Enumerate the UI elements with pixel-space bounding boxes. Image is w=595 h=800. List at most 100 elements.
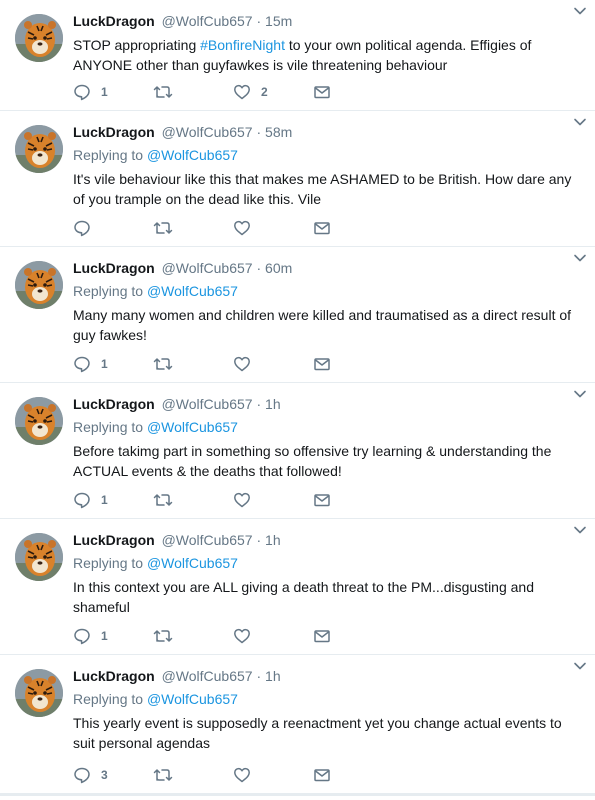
- direct-message-button[interactable]: [313, 83, 393, 101]
- tweet-header: LuckDragon @WolfCub657 · 58m: [73, 123, 585, 142]
- tweet-actions: 1 2: [73, 82, 393, 102]
- tweet-timestamp[interactable]: 1h: [265, 668, 281, 684]
- tweet-text: STOP appropriating #BonfireNight to your…: [73, 35, 573, 75]
- replying-to-handle[interactable]: @WolfCub657: [147, 555, 238, 571]
- chevron-down-icon[interactable]: [573, 387, 587, 401]
- tweet-timestamp[interactable]: 60m: [265, 260, 292, 276]
- display-name[interactable]: LuckDragon: [73, 668, 155, 684]
- retweet-button[interactable]: [153, 219, 233, 237]
- retweet-icon: [153, 219, 173, 237]
- tweet-text: This yearly event is supposedly a reenac…: [73, 715, 562, 751]
- tweet-header: LuckDragon @WolfCub657 · 1h: [73, 667, 585, 686]
- heart-icon: [233, 355, 251, 373]
- display-name[interactable]: LuckDragon: [73, 13, 155, 29]
- avatar[interactable]: [15, 533, 63, 581]
- chevron-down-icon[interactable]: [573, 251, 587, 265]
- like-button[interactable]: [233, 491, 313, 509]
- display-name[interactable]: LuckDragon: [73, 532, 155, 548]
- reply-button[interactable]: 1: [73, 355, 153, 373]
- like-button[interactable]: [233, 766, 313, 784]
- tweet-actions: [73, 218, 393, 238]
- like-button[interactable]: [233, 219, 313, 237]
- tweet[interactable]: LuckDragon @WolfCub657 · 1h Replying to …: [0, 383, 595, 519]
- replying-to-handle[interactable]: @WolfCub657: [147, 691, 238, 707]
- hashtag-link[interactable]: #BonfireNight: [200, 37, 285, 53]
- avatar[interactable]: [15, 261, 63, 309]
- tweet-header: LuckDragon @WolfCub657 · 1h: [73, 531, 585, 550]
- tiger-avatar-image: [15, 397, 63, 445]
- tweet-timestamp[interactable]: 15m: [265, 13, 292, 29]
- retweet-icon: [153, 766, 173, 784]
- avatar[interactable]: [15, 397, 63, 445]
- reply-button[interactable]: 1: [73, 491, 153, 509]
- user-handle[interactable]: @WolfCub657: [162, 124, 253, 140]
- replying-to-label: Replying to: [73, 691, 144, 707]
- tweet[interactable]: LuckDragon @WolfCub657 · 1h Replying to …: [0, 519, 595, 655]
- like-button[interactable]: [233, 355, 313, 373]
- retweet-icon: [153, 83, 173, 101]
- retweet-button[interactable]: [153, 355, 233, 373]
- reply-icon: [73, 219, 91, 237]
- replying-to: Replying to @WolfCub657: [73, 146, 585, 165]
- replying-to: Replying to @WolfCub657: [73, 282, 585, 301]
- chevron-down-icon[interactable]: [573, 523, 587, 537]
- chevron-down-icon[interactable]: [573, 659, 587, 673]
- reply-button[interactable]: 1: [73, 627, 153, 645]
- tweet[interactable]: LuckDragon @WolfCub657 · 1h Replying to …: [0, 655, 595, 796]
- tweet[interactable]: LuckDragon @WolfCub657 · 58m Replying to…: [0, 111, 595, 247]
- envelope-icon: [313, 627, 331, 645]
- user-handle[interactable]: @WolfCub657: [162, 260, 253, 276]
- replying-to-label: Replying to: [73, 419, 144, 435]
- display-name[interactable]: LuckDragon: [73, 124, 155, 140]
- display-name[interactable]: LuckDragon: [73, 260, 155, 276]
- like-button[interactable]: [233, 627, 313, 645]
- reply-button[interactable]: 3: [73, 766, 153, 784]
- separator-dot: ·: [256, 668, 262, 684]
- tweet-text: Many many women and children were killed…: [73, 307, 572, 343]
- replying-to-handle[interactable]: @WolfCub657: [147, 283, 238, 299]
- avatar[interactable]: [15, 125, 63, 173]
- avatar[interactable]: [15, 14, 63, 62]
- tweet-content: LuckDragon @WolfCub657 · 1h Replying to …: [73, 395, 585, 481]
- reply-button[interactable]: 1: [73, 83, 153, 101]
- direct-message-button[interactable]: [313, 766, 393, 784]
- direct-message-button[interactable]: [313, 355, 393, 373]
- replying-to-handle[interactable]: @WolfCub657: [147, 419, 238, 435]
- tweet-timestamp[interactable]: 58m: [265, 124, 292, 140]
- tweet-content: LuckDragon @WolfCub657 · 58m Replying to…: [73, 123, 585, 209]
- tweet-content: LuckDragon @WolfCub657 · 1h Replying to …: [73, 667, 585, 753]
- user-handle[interactable]: @WolfCub657: [162, 13, 253, 29]
- replying-to-label: Replying to: [73, 555, 144, 571]
- reply-count: 1: [101, 357, 108, 371]
- user-handle[interactable]: @WolfCub657: [162, 396, 253, 412]
- replying-to-handle[interactable]: @WolfCub657: [147, 147, 238, 163]
- tweet[interactable]: LuckDragon @WolfCub657 · 15m STOP approp…: [0, 0, 595, 111]
- display-name[interactable]: LuckDragon: [73, 396, 155, 412]
- direct-message-button[interactable]: [313, 491, 393, 509]
- reply-button[interactable]: [73, 219, 153, 237]
- user-handle[interactable]: @WolfCub657: [162, 532, 253, 548]
- retweet-button[interactable]: [153, 491, 233, 509]
- separator-dot: ·: [256, 124, 262, 140]
- direct-message-button[interactable]: [313, 627, 393, 645]
- envelope-icon: [313, 355, 331, 373]
- chevron-down-icon[interactable]: [573, 115, 587, 129]
- tweet-header: LuckDragon @WolfCub657 · 60m: [73, 259, 585, 278]
- chevron-down-icon[interactable]: [573, 4, 587, 18]
- user-handle[interactable]: @WolfCub657: [162, 668, 253, 684]
- tweet-timestamp[interactable]: 1h: [265, 532, 281, 548]
- tweet[interactable]: LuckDragon @WolfCub657 · 60m Replying to…: [0, 247, 595, 383]
- tweet-text: It's vile behaviour like this that makes…: [73, 171, 572, 207]
- retweet-button[interactable]: [153, 766, 233, 784]
- avatar[interactable]: [15, 669, 63, 717]
- tweet-actions: 1: [73, 626, 393, 646]
- tweet-text: In this context you are ALL giving a dea…: [73, 579, 534, 615]
- retweet-button[interactable]: [153, 83, 233, 101]
- direct-message-button[interactable]: [313, 219, 393, 237]
- retweet-button[interactable]: [153, 627, 233, 645]
- reply-icon: [73, 766, 91, 784]
- envelope-icon: [313, 766, 331, 784]
- tweet-timestamp[interactable]: 1h: [265, 396, 281, 412]
- reply-icon: [73, 491, 91, 509]
- like-button[interactable]: 2: [233, 83, 313, 101]
